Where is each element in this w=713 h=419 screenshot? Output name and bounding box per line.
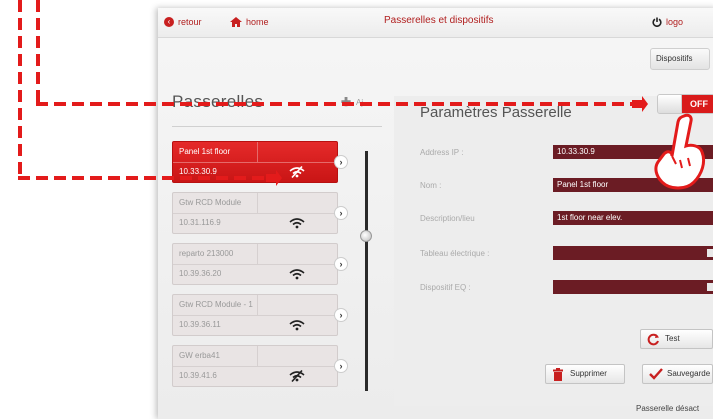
gateway-name: Gtw RCD Module bbox=[179, 198, 242, 207]
divider bbox=[173, 264, 337, 265]
wifi-icon bbox=[289, 218, 305, 229]
wifi-off-icon bbox=[289, 166, 305, 178]
annotation-dashed-line bbox=[36, 102, 636, 106]
status-text: Passerelle désact bbox=[636, 404, 700, 413]
gateway-name: reparto 213000 bbox=[179, 249, 234, 258]
wifi-icon bbox=[289, 269, 305, 280]
divider bbox=[257, 244, 258, 264]
power-icon bbox=[652, 17, 662, 27]
top-bar: ‹ retour home Passerelles et dispositifs… bbox=[158, 8, 713, 38]
wifi-off-icon bbox=[289, 370, 305, 382]
back-arrow-icon: ‹ bbox=[164, 17, 174, 27]
divider bbox=[257, 295, 258, 315]
gateway-ip: 10.39.36.20 bbox=[179, 269, 222, 278]
gateway-open-button[interactable]: › bbox=[334, 155, 348, 169]
gateway-name: Panel 1st floor bbox=[179, 147, 231, 156]
divider bbox=[257, 193, 258, 213]
gateway-ip: 10.39.41.6 bbox=[179, 371, 217, 380]
field-label: Nom : bbox=[420, 181, 442, 190]
divider bbox=[173, 366, 337, 367]
delete-button[interactable]: Supprimer bbox=[545, 364, 625, 384]
gateway-item-3[interactable]: reparto 213000 10.39.36.20 bbox=[172, 243, 338, 285]
arrow-right-icon bbox=[632, 96, 648, 112]
dropdown-arrow-icon bbox=[707, 283, 713, 291]
gateway-item-4[interactable]: Gtw RCD Module - 1 10.39.36.11 bbox=[172, 294, 338, 336]
dropdown-arrow-icon bbox=[707, 249, 713, 257]
scrollbar-track[interactable] bbox=[365, 151, 368, 391]
divider bbox=[173, 213, 337, 214]
gateway-ip: 10.33.30.9 bbox=[179, 167, 217, 176]
field-label: Description/lieu bbox=[420, 214, 475, 223]
gateway-open-button[interactable]: › bbox=[334, 257, 348, 271]
settings-title: Paramètres Passerelle bbox=[420, 104, 572, 121]
gateway-open-button[interactable]: › bbox=[334, 308, 348, 322]
arrow-right-icon bbox=[266, 170, 282, 186]
gateway-item-2[interactable]: Gtw RCD Module 10.31.116.9 bbox=[172, 192, 338, 234]
tab-dispositifs[interactable]: Dispositifs bbox=[650, 48, 710, 70]
home-icon bbox=[230, 17, 242, 27]
divider bbox=[257, 346, 258, 366]
eq-device-select[interactable] bbox=[553, 280, 713, 294]
page-title: Passerelles et dispositifs bbox=[384, 15, 494, 26]
refresh-icon bbox=[647, 333, 659, 346]
toggle-state-label: OFF bbox=[682, 95, 713, 113]
test-button[interactable]: Test bbox=[640, 329, 713, 349]
divider bbox=[173, 315, 337, 316]
back-link[interactable]: ‹ retour bbox=[164, 17, 202, 27]
field-label: Dispositif EQ : bbox=[420, 283, 471, 292]
save-button[interactable]: Sauvegarde bbox=[642, 364, 713, 384]
divider bbox=[173, 162, 337, 163]
home-label: home bbox=[246, 17, 269, 27]
save-label: Sauvegarde bbox=[667, 369, 711, 378]
gateway-name: Gtw RCD Module - 1 bbox=[179, 300, 253, 309]
trash-icon bbox=[553, 368, 563, 381]
gateway-item-5[interactable]: GW erba41 10.39.41.6 bbox=[172, 345, 338, 387]
toggle-knob bbox=[658, 95, 682, 113]
gateway-open-button[interactable]: › bbox=[334, 206, 348, 220]
gateway-name: GW erba41 bbox=[179, 351, 220, 360]
field-label: Address IP : bbox=[420, 148, 464, 157]
divider bbox=[257, 142, 258, 162]
annotation-dashed-line bbox=[18, 0, 22, 178]
gateway-ip: 10.39.36.11 bbox=[179, 320, 221, 329]
annotation-dashed-line bbox=[36, 0, 40, 104]
screen: ‹ retour home Passerelles et dispositifs… bbox=[0, 0, 713, 419]
home-link[interactable]: home bbox=[230, 17, 269, 27]
description-field[interactable]: 1st floor near elev. bbox=[553, 211, 713, 225]
test-label: Test bbox=[665, 334, 680, 343]
pointing-hand-icon bbox=[654, 113, 706, 190]
electrical-panel-select[interactable] bbox=[553, 246, 713, 260]
annotation-dashed-line bbox=[18, 176, 272, 180]
scrollbar-handle[interactable] bbox=[360, 230, 372, 242]
back-label: retour bbox=[178, 17, 202, 27]
checkmark-icon bbox=[649, 368, 663, 380]
divider bbox=[172, 126, 382, 127]
delete-label: Supprimer bbox=[570, 369, 607, 378]
enable-toggle[interactable]: OFF bbox=[657, 94, 713, 114]
field-label: Tableau électrique : bbox=[420, 249, 490, 258]
wifi-icon bbox=[289, 320, 305, 331]
gateway-open-button[interactable]: › bbox=[334, 359, 348, 373]
logout-label: logo bbox=[666, 17, 684, 27]
gateway-ip: 10.31.116.9 bbox=[179, 218, 221, 227]
logout-link[interactable]: logo bbox=[652, 17, 683, 27]
